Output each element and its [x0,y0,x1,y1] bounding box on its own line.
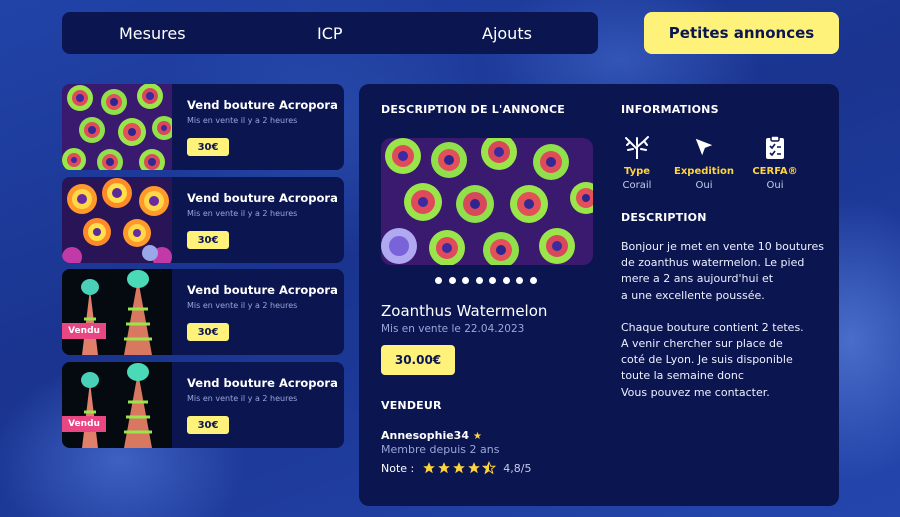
listing-thumbnail [62,84,172,170]
listing-title: Vend bouture Acropora [187,191,338,205]
info-type: Type Corail [607,134,667,191]
sold-badge: Vendu [62,323,106,339]
description-annonce-heading: DESCRIPTION DE L'ANNONCE [381,103,565,116]
carousel-dot[interactable] [462,277,469,284]
description-text: Bonjour je met en vente 10 boutures de z… [621,239,831,401]
tab-icp[interactable]: ICP [317,12,343,54]
vendeur-heading: VENDEUR [381,399,442,412]
tab-mesures[interactable]: Mesures [119,12,186,54]
listing-thumbnail [62,177,172,263]
description-line: Vous pouvez me contacter. [621,385,770,399]
description-line: a une excellente poussée. [621,288,765,302]
description-line: Chaque bouture contient 2 tetes. [621,320,804,334]
petites-annonces-button[interactable]: Petites annonces [644,12,839,54]
top-nav: Mesures ICP Ajouts [62,12,598,54]
tab-ajouts[interactable]: Ajouts [482,12,532,54]
listing-card[interactable]: Vend bouture Acropora Mis en vente il y … [62,84,344,170]
seller-name: Annesophie34 [381,429,469,442]
product-date: Mis en vente le 22.04.2023 [381,323,525,335]
star-icon [468,462,481,474]
listing-subtitle: Mis en vente il y a 2 heures [187,301,298,310]
listing-price: 30€ [187,416,229,434]
listing-price: 30€ [187,138,229,156]
description-line: mere a 2 ans aujourd'hui et [621,272,774,286]
listing-subtitle: Mis en vente il y a 2 heures [187,394,298,403]
description-line: A venir chercher sur place de [621,337,783,351]
carousel-dot[interactable] [489,277,496,284]
info-value: Oui [695,180,713,191]
info-label: Expedition [674,166,735,177]
carousel-dot[interactable] [448,277,456,284]
listing-price: 30€ [187,323,229,341]
carousel-dot[interactable] [475,277,483,284]
star-icon [453,462,466,474]
listing-title: Vend bouture Acropora [187,283,338,297]
info-value: Oui [766,180,784,191]
listing-card[interactable]: Vendu Vend bouture Acropora Mis en vente… [62,362,344,448]
coral-icon [607,134,667,160]
listing-thumbnail [62,269,172,355]
carousel-dot[interactable] [529,277,537,284]
half-star-icon [482,461,497,475]
description-line: de zoanthus watermelon. Le pied [621,256,805,270]
description-line: coté de Lyon. Je suis disponible [621,353,793,367]
image-carousel-dots [435,277,537,284]
clipboard-icon [745,134,805,160]
star-icon: ★ [472,431,482,442]
listing-subtitle: Mis en vente il y a 2 heures [187,209,298,218]
listing-price: 30€ [187,231,229,249]
description-line: Bonjour je met en vente 10 boutures [621,240,824,253]
info-cerfa: CERFA® Oui [745,134,805,191]
listing-title: Vend bouture Acropora [187,98,338,112]
description-heading: DESCRIPTION [621,211,707,224]
sold-badge: Vendu [62,416,106,432]
info-value: Corail [622,180,652,191]
carousel-dot[interactable] [516,277,523,284]
product-name: Zoanthus Watermelon [381,302,548,320]
info-expedition: Expedition Oui [674,134,734,191]
listing-thumbnail [62,362,172,448]
info-label: Type [623,166,651,177]
listing-subtitle: Mis en vente il y a 2 heures [187,116,298,125]
rating-label: Note : [381,461,415,475]
product-price: 30.00€ [381,345,455,375]
star-icon [423,462,436,474]
carousel-dot[interactable] [435,277,442,284]
product-main-image[interactable] [381,138,593,265]
seller-rating: Note : 4,8/5 [381,461,531,475]
listing-detail-panel: DESCRIPTION DE L'ANNONCE Zoanthus Waterm… [359,84,839,506]
send-icon [674,134,734,160]
informations-heading: INFORMATIONS [621,103,719,116]
rating-stars [422,461,497,475]
seller-name-row[interactable]: Annesophie34 ★ [381,429,482,442]
description-line: toute la semaine donc [621,369,744,383]
listing-title: Vend bouture Acropora [187,376,338,390]
listing-card[interactable]: Vend bouture Acropora Mis en vente il y … [62,177,344,263]
seller-since: Membre depuis 2 ans [381,443,500,456]
listing-card[interactable]: Vendu Vend bouture Acropora Mis en vente… [62,269,344,355]
rating-value: 4,8/5 [503,461,532,475]
info-label: CERFA® [752,166,798,177]
star-icon [438,462,451,474]
carousel-dot[interactable] [502,277,510,284]
